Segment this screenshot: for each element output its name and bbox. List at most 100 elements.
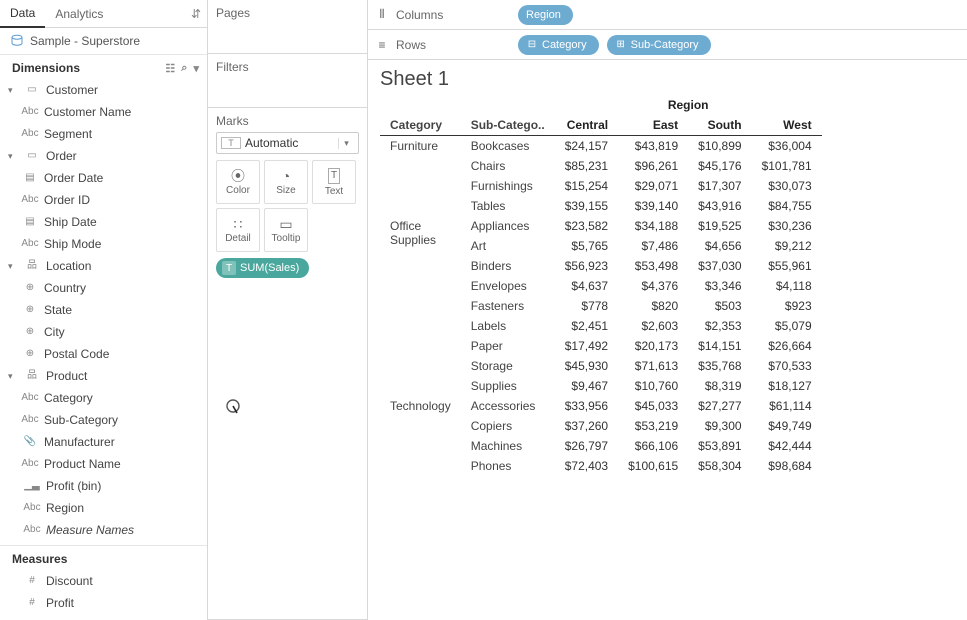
cell-value[interactable]: $17,492 (555, 336, 618, 356)
cell-value[interactable]: $70,533 (752, 356, 822, 376)
header-region[interactable]: West (752, 115, 822, 136)
header-region[interactable]: Central (555, 115, 618, 136)
pill-sum-sales[interactable]: T SUM(Sales) (216, 258, 309, 278)
cell-value[interactable]: $26,797 (555, 436, 618, 456)
cell-value[interactable]: $61,114 (752, 396, 822, 416)
cell-subcategory[interactable]: Fasteners (461, 296, 555, 316)
cell-value[interactable]: $2,603 (618, 316, 688, 336)
cell-value[interactable]: $49,749 (752, 416, 822, 436)
cell-value[interactable]: $55,961 (752, 256, 822, 276)
columns-shelf[interactable]: ⫴ Columns Region (368, 0, 967, 30)
cell-value[interactable]: $10,899 (688, 136, 751, 157)
cell-value[interactable]: $30,073 (752, 176, 822, 196)
cell-value[interactable]: $45,176 (688, 156, 751, 176)
cell-value[interactable]: $5,765 (555, 236, 618, 256)
field-product-name[interactable]: AbcProduct Name (2, 453, 205, 475)
dimensions-menu-icon[interactable]: ▾ (193, 62, 199, 75)
field-region[interactable]: AbcRegion (2, 497, 205, 519)
pill-category[interactable]: ⊟ Category (518, 35, 599, 55)
header-region[interactable]: East (618, 115, 688, 136)
cell-value[interactable]: $42,444 (752, 436, 822, 456)
cell-value[interactable]: $4,376 (618, 276, 688, 296)
cell-value[interactable]: $17,307 (688, 176, 751, 196)
cell-value[interactable]: $98,684 (752, 456, 822, 476)
mark-type-select[interactable]: T Automatic ▾ (216, 132, 359, 154)
field-postal-code[interactable]: ⊕Postal Code (2, 343, 205, 365)
folder-location[interactable]: ▾品Location (2, 255, 205, 277)
cell-value[interactable]: $45,930 (555, 356, 618, 376)
cell-value[interactable]: $24,157 (555, 136, 618, 157)
cell-value[interactable]: $53,891 (688, 436, 751, 456)
cell-value[interactable]: $66,106 (618, 436, 688, 456)
cell-value[interactable]: $5,079 (752, 316, 822, 336)
cell-value[interactable]: $101,781 (752, 156, 822, 176)
cell-value[interactable]: $37,260 (555, 416, 618, 436)
cell-value[interactable]: $2,451 (555, 316, 618, 336)
cell-value[interactable]: $2,353 (688, 316, 751, 336)
cell-subcategory[interactable]: Supplies (461, 376, 555, 396)
field-segment[interactable]: AbcSegment (2, 123, 205, 145)
cell-subcategory[interactable]: Art (461, 236, 555, 256)
pill-region[interactable]: Region (518, 5, 573, 25)
cell-value[interactable]: $56,923 (555, 256, 618, 276)
field-ship-mode[interactable]: AbcShip Mode (2, 233, 205, 255)
cell-subcategory[interactable]: Envelopes (461, 276, 555, 296)
cell-value[interactable]: $43,819 (618, 136, 688, 157)
cell-value[interactable]: $37,030 (688, 256, 751, 276)
cell-value[interactable]: $84,755 (752, 196, 822, 216)
cell-value[interactable]: $923 (752, 296, 822, 316)
cell-value[interactable]: $778 (555, 296, 618, 316)
cell-value[interactable]: $9,212 (752, 236, 822, 256)
header-subcategory[interactable]: Sub-Catego.. (461, 115, 555, 136)
cell-value[interactable]: $10,760 (618, 376, 688, 396)
cell-value[interactable]: $71,613 (618, 356, 688, 376)
cell-subcategory[interactable]: Phones (461, 456, 555, 476)
cell-subcategory[interactable]: Machines (461, 436, 555, 456)
header-category[interactable]: Category (380, 115, 461, 136)
cell-value[interactable]: $39,140 (618, 196, 688, 216)
pages-shelf[interactable]: Pages (208, 0, 367, 54)
field-customer-name[interactable]: AbcCustomer Name (2, 101, 205, 123)
field-profit[interactable]: #Profit (2, 592, 205, 614)
mark-color-button[interactable]: ⦿Color (216, 160, 260, 204)
view-list-icon[interactable]: ☷ (165, 62, 175, 75)
cell-value[interactable]: $503 (688, 296, 751, 316)
rows-shelf[interactable]: ≡ Rows ⊟ Category ⊞ Sub-Category (368, 30, 967, 60)
cell-value[interactable]: $53,498 (618, 256, 688, 276)
cell-value[interactable]: $9,300 (688, 416, 751, 436)
cell-value[interactable]: $72,403 (555, 456, 618, 476)
folder-order[interactable]: ▾▭Order (2, 145, 205, 167)
cell-value[interactable]: $100,615 (618, 456, 688, 476)
cell-subcategory[interactable]: Copiers (461, 416, 555, 436)
field-measure-names[interactable]: AbcMeasure Names (2, 519, 205, 541)
cell-subcategory[interactable]: Accessories (461, 396, 555, 416)
cell-value[interactable]: $58,304 (688, 456, 751, 476)
cell-subcategory[interactable]: Paper (461, 336, 555, 356)
cell-value[interactable]: $4,118 (752, 276, 822, 296)
field-order-date[interactable]: ▤Order Date (2, 167, 205, 189)
cell-subcategory[interactable]: Labels (461, 316, 555, 336)
cell-value[interactable]: $8,319 (688, 376, 751, 396)
field-sub-category[interactable]: AbcSub-Category (2, 409, 205, 431)
field-ship-date[interactable]: ▤Ship Date (2, 211, 205, 233)
pill-sub-category[interactable]: ⊞ Sub-Category (607, 35, 711, 55)
field-order-id[interactable]: AbcOrder ID (2, 189, 205, 211)
cell-value[interactable]: $26,664 (752, 336, 822, 356)
tab-data[interactable]: Data (0, 0, 45, 28)
cell-value[interactable]: $45,033 (618, 396, 688, 416)
field-discount[interactable]: #Discount (2, 570, 205, 592)
cell-value[interactable]: $29,071 (618, 176, 688, 196)
field-profit-ratio[interactable]: =#Profit Ratio (2, 614, 205, 620)
field-country[interactable]: ⊕Country (2, 277, 205, 299)
cell-value[interactable]: $35,768 (688, 356, 751, 376)
cell-value[interactable]: $15,254 (555, 176, 618, 196)
cell-value[interactable]: $820 (618, 296, 688, 316)
filters-shelf[interactable]: Filters (208, 54, 367, 108)
cell-subcategory[interactable]: Storage (461, 356, 555, 376)
cell-value[interactable]: $9,467 (555, 376, 618, 396)
cell-category[interactable]: Furniture (380, 136, 461, 217)
cell-subcategory[interactable]: Appliances (461, 216, 555, 236)
cell-subcategory[interactable]: Furnishings (461, 176, 555, 196)
datasource-row[interactable]: Sample - Superstore (0, 28, 207, 55)
cell-value[interactable]: $36,004 (752, 136, 822, 157)
